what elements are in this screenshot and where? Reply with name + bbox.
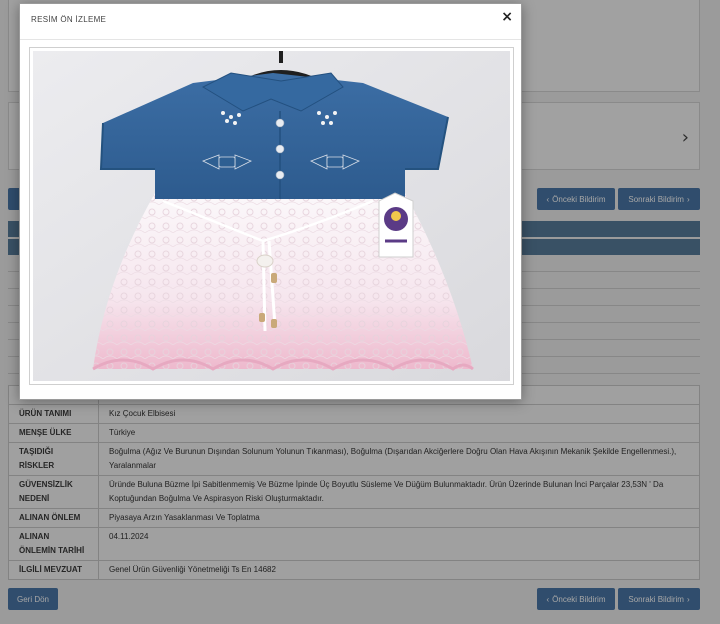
- product-photo: [29, 47, 514, 385]
- modal-title: RESİM ÖN İZLEME: [31, 15, 107, 24]
- dress-photo-illustration: [33, 51, 510, 381]
- brand-tag: [378, 192, 414, 258]
- modal-header: RESİM ÖN İZLEME ×: [20, 4, 521, 40]
- lace-skirt: [92, 193, 474, 371]
- image-preview-modal: RESİM ÖN İZLEME ×: [19, 3, 522, 400]
- close-icon[interactable]: ×: [501, 9, 513, 25]
